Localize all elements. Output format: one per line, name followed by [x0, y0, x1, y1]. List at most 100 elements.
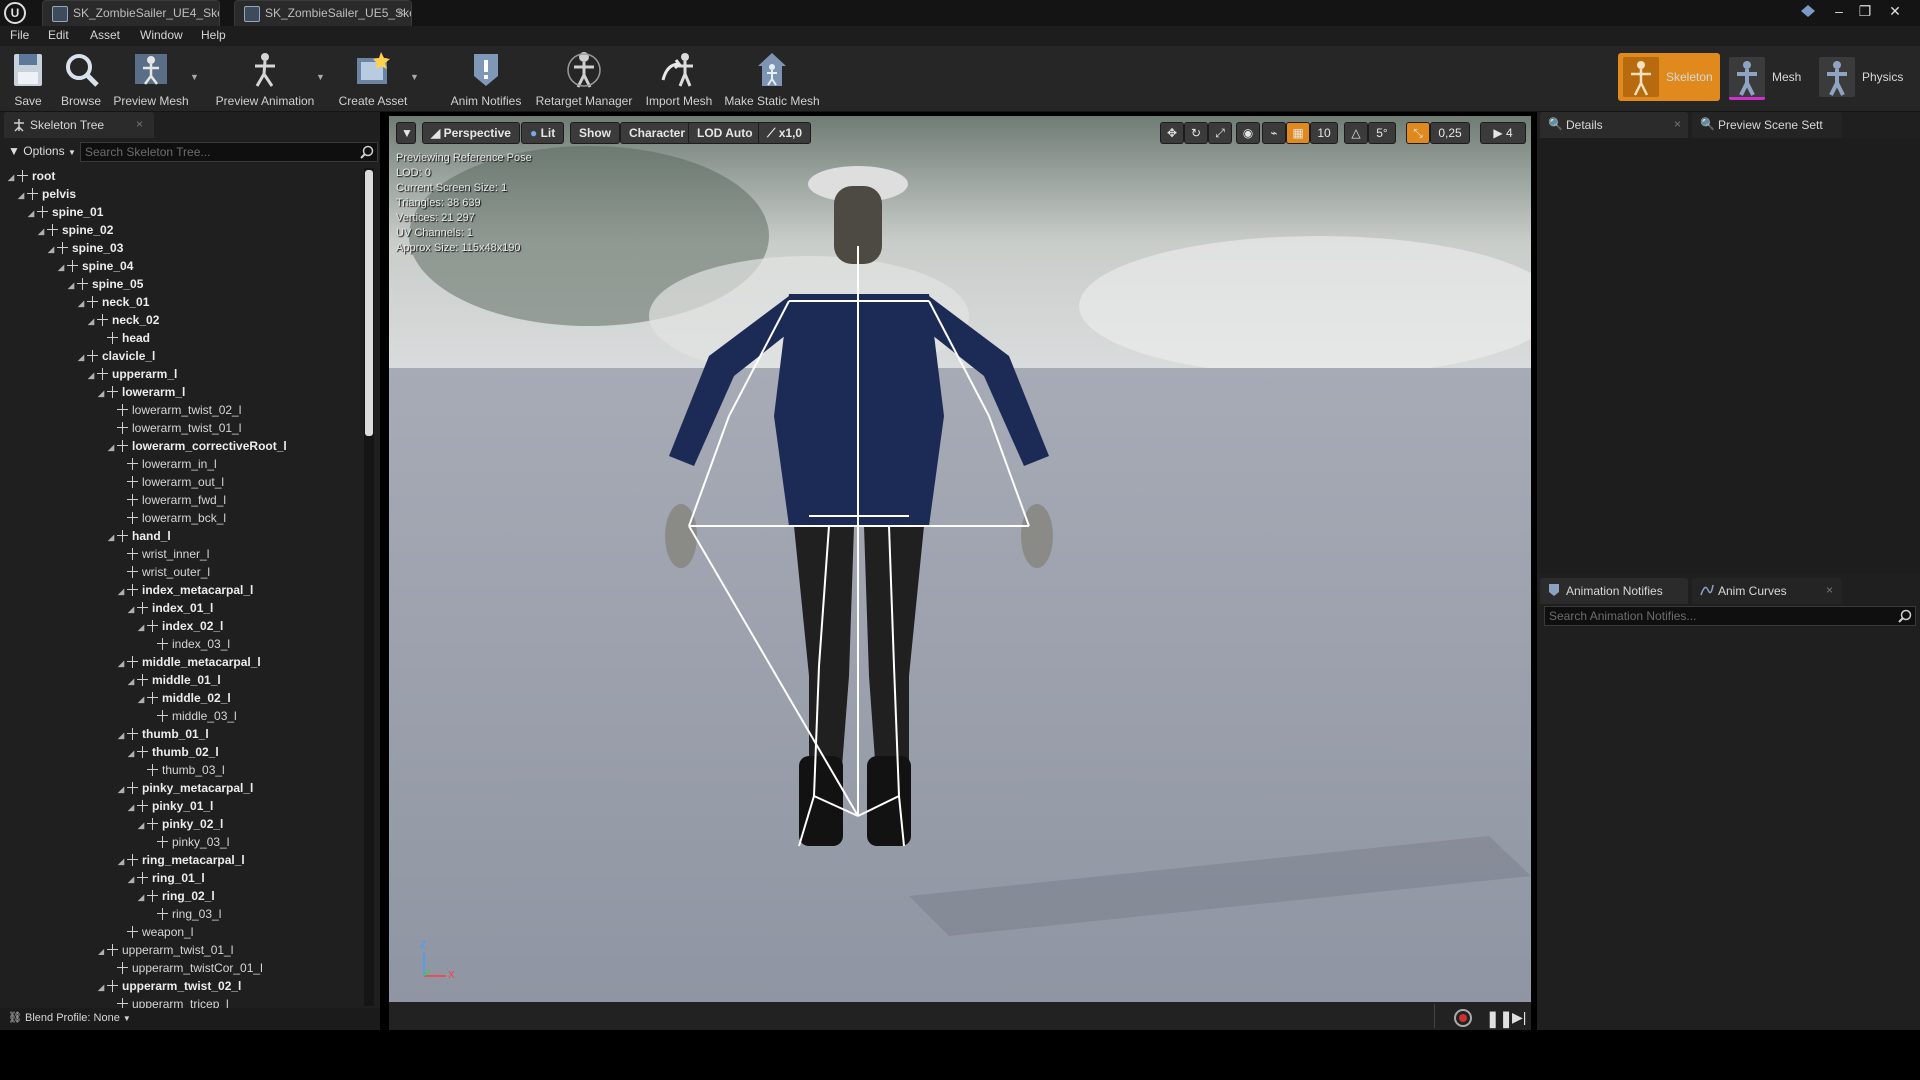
expand-arrow-icon[interactable]: ◢ [38, 227, 47, 236]
expand-arrow-icon[interactable]: ◢ [58, 263, 67, 272]
expand-arrow-icon[interactable]: ◢ [48, 245, 57, 254]
tree-row[interactable]: wrist_outer_l [118, 564, 210, 582]
preview-mesh-dropdown[interactable]: ▼ [190, 72, 199, 82]
tree-row[interactable]: lowerarm_out_l [118, 474, 224, 492]
expand-arrow-icon[interactable]: ◢ [138, 893, 147, 902]
scale-icon[interactable]: ⤢ [1208, 122, 1232, 144]
tree-row[interactable]: ◢ index_metacarpal_l [118, 582, 253, 600]
tree-row[interactable]: ◢ thumb_01_l [118, 726, 209, 744]
preview-animation-button[interactable]: Preview Animation [210, 48, 320, 110]
tree-row[interactable]: weapon_l [118, 924, 193, 942]
preview-mesh-button[interactable]: Preview Mesh [112, 48, 190, 110]
expand-arrow-icon[interactable]: ◢ [118, 659, 127, 668]
tab-details[interactable]: 🔍 Details × [1540, 112, 1688, 138]
mode-mesh-button[interactable]: Mesh [1724, 53, 1808, 101]
create-asset-button[interactable]: Create Asset [336, 48, 410, 110]
tree-row[interactable]: ◢ lowerarm_correctiveRoot_l [108, 438, 287, 456]
anim-notifies-button[interactable]: Anim Notifies [448, 48, 524, 110]
rotate-icon[interactable]: ↻ [1184, 122, 1208, 144]
tree-row[interactable]: ◢ middle_02_l [138, 690, 231, 708]
character-button[interactable]: Character [620, 122, 695, 144]
mode-physics-button[interactable]: Physics [1814, 53, 1916, 101]
save-button[interactable]: Save [8, 48, 48, 110]
skeleton-search-input[interactable]: Search Skeleton Tree... [80, 142, 378, 162]
tree-row[interactable]: ◢ pelvis [18, 186, 76, 204]
tree-scrollbar[interactable] [365, 170, 373, 436]
tree-row[interactable]: ◢ ring_01_l [128, 870, 205, 888]
pause-button[interactable]: ❚❚ [1486, 1009, 1513, 1029]
tree-row[interactable]: ◢ index_02_l [138, 618, 223, 636]
tree-row[interactable]: ◢ middle_01_l [128, 672, 221, 690]
tree-row[interactable]: ◢ hand_l [108, 528, 171, 546]
expand-arrow-icon[interactable]: ◢ [118, 587, 127, 596]
tree-row[interactable]: ◢ root [8, 168, 55, 186]
tree-row[interactable]: head [98, 330, 150, 348]
maximize-button[interactable]: ❐ [1854, 2, 1876, 20]
tree-row[interactable]: ◢ upperarm_l [88, 366, 177, 384]
options-dropdown[interactable]: ▼ Options ▼ [8, 144, 78, 160]
tree-row[interactable]: ◢ upperarm_twist_01_l [98, 942, 233, 960]
expand-arrow-icon[interactable]: ◢ [128, 677, 137, 686]
tree-row[interactable]: ◢ neck_02 [88, 312, 159, 330]
expand-arrow-icon[interactable]: ◢ [78, 353, 87, 362]
tree-row[interactable]: upperarm_twistCor_01_l [108, 960, 263, 978]
expand-arrow-icon[interactable]: ◢ [128, 803, 137, 812]
expand-arrow-icon[interactable]: ◢ [118, 857, 127, 866]
tree-row[interactable]: ◢ thumb_02_l [128, 744, 219, 762]
translate-icon[interactable]: ✥ [1160, 122, 1184, 144]
lit-button[interactable]: ● Lit [521, 122, 565, 144]
tab-animation-notifies[interactable]: Animation Notifies [1540, 578, 1688, 604]
expand-arrow-icon[interactable]: ◢ [108, 443, 117, 452]
expand-arrow-icon[interactable]: ◢ [118, 785, 127, 794]
camera-speed-button[interactable]: ▶ 4 [1480, 122, 1526, 144]
record-button[interactable] [1454, 1009, 1472, 1027]
create-asset-dropdown[interactable]: ▼ [410, 72, 419, 82]
tab-skeleton-tree[interactable]: Skeleton Tree × [4, 112, 154, 138]
expand-arrow-icon[interactable]: ◢ [138, 821, 147, 830]
step-forward-button[interactable]: ▶| [1512, 1009, 1526, 1026]
tree-row[interactable]: lowerarm_fwd_l [118, 492, 226, 510]
tree-row[interactable]: lowerarm_in_l [118, 456, 217, 474]
show-button[interactable]: Show [570, 122, 620, 144]
tree-row[interactable]: middle_03_l [148, 708, 237, 726]
tree-row[interactable]: ◢ ring_02_l [138, 888, 215, 906]
expand-arrow-icon[interactable]: ◢ [88, 317, 97, 326]
expand-arrow-icon[interactable]: ◢ [118, 731, 127, 740]
close-icon[interactable]: × [1826, 583, 1833, 597]
grid-snap-icon[interactable]: ▦ [1286, 122, 1310, 144]
blend-profile-dropdown[interactable]: ⛓ Blend Profile: None ▼ [8, 1011, 131, 1024]
tree-row[interactable]: ◢ middle_metacarpal_l [118, 654, 261, 672]
expand-arrow-icon[interactable]: ◢ [28, 209, 37, 218]
tree-row[interactable]: pinky_03_l [148, 834, 229, 852]
tree-row[interactable]: ◢ clavicle_l [78, 348, 155, 366]
expand-arrow-icon[interactable]: ◢ [98, 983, 107, 992]
document-tab-ue4[interactable]: SK_ZombieSailer_UE4_Ske [42, 0, 220, 26]
close-icon[interactable]: × [136, 117, 143, 131]
tree-row[interactable]: lowerarm_twist_01_l [108, 420, 241, 438]
expand-arrow-icon[interactable]: ◢ [128, 875, 137, 884]
tree-row[interactable]: ◢ spine_02 [38, 222, 113, 240]
expand-arrow-icon[interactable]: ◢ [128, 749, 137, 758]
scale-snap-value[interactable]: 0,25 [1430, 122, 1470, 144]
notifies-search-input[interactable]: Search Animation Notifies... [1544, 606, 1916, 626]
menu-help[interactable]: Help [201, 28, 226, 42]
source-control-icon[interactable] [1800, 4, 1816, 18]
tree-row[interactable]: ◢ pinky_01_l [128, 798, 213, 816]
lod-button[interactable]: LOD Auto [688, 122, 762, 144]
tab-preview-scene-settings[interactable]: 🔍 Preview Scene Sett [1692, 112, 1842, 138]
world-local-icon[interactable]: ◉ [1236, 122, 1260, 144]
tree-row[interactable]: ◢ index_01_l [128, 600, 213, 618]
expand-arrow-icon[interactable]: ◢ [78, 299, 87, 308]
viewport[interactable] [389, 116, 1531, 1002]
tree-row[interactable]: ring_03_l [148, 906, 221, 924]
close-window-button[interactable]: ✕ [1884, 2, 1906, 20]
import-mesh-button[interactable]: Import Mesh [642, 48, 716, 110]
grid-snap-value[interactable]: 10 [1310, 122, 1338, 144]
tree-row[interactable]: lowerarm_bck_l [118, 510, 226, 528]
preview-animation-dropdown[interactable]: ▼ [316, 72, 325, 82]
tree-row[interactable]: ◢ pinky_metacarpal_l [118, 780, 253, 798]
minimize-button[interactable]: – [1828, 2, 1850, 20]
retarget-manager-button[interactable]: Retarget Manager [534, 48, 634, 110]
expand-arrow-icon[interactable]: ◢ [128, 605, 137, 614]
close-icon[interactable]: × [397, 5, 405, 20]
